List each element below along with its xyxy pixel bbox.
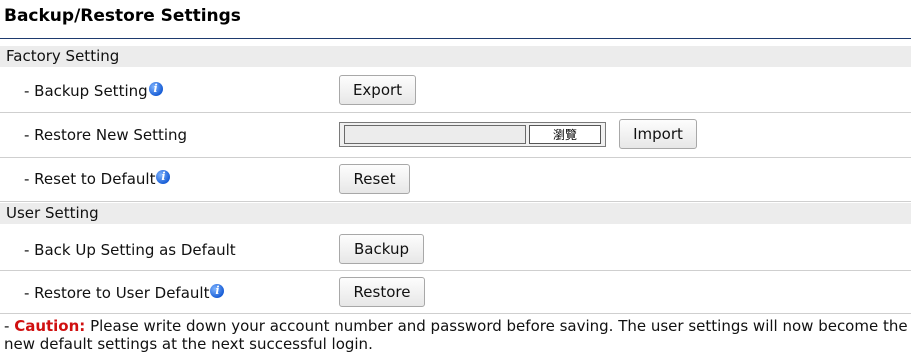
reset-button[interactable]: Reset bbox=[339, 164, 410, 194]
info-icon[interactable]: i bbox=[156, 170, 171, 184]
browse-button[interactable]: 瀏覽 bbox=[529, 125, 601, 144]
reset-default-label: - Reset to Default bbox=[24, 170, 156, 188]
backup-button[interactable]: Backup bbox=[339, 234, 424, 264]
row-divider bbox=[0, 201, 911, 202]
info-icon[interactable]: i bbox=[210, 284, 225, 298]
caution-text: Please write down your account number an… bbox=[4, 317, 908, 353]
row-divider bbox=[0, 112, 911, 113]
backup-as-default-label: - Back Up Setting as Default bbox=[24, 241, 236, 259]
title-divider bbox=[0, 38, 911, 39]
info-icon[interactable]: i bbox=[148, 82, 163, 96]
caution-label: Caution: bbox=[14, 317, 86, 335]
row-divider bbox=[0, 313, 911, 314]
caution-note: - Caution: Please write down your accoun… bbox=[4, 317, 909, 353]
restore-user-default-label: - Restore to User Default bbox=[24, 284, 210, 302]
caution-prefix: - bbox=[4, 317, 15, 335]
row-divider bbox=[0, 157, 911, 158]
backup-setting-label: - Backup Setting bbox=[24, 82, 148, 100]
page-title: Backup/Restore Settings bbox=[4, 6, 241, 26]
factory-setting-label: Factory Setting bbox=[6, 47, 120, 65]
file-path-input[interactable] bbox=[344, 125, 526, 144]
user-setting-header: User Setting bbox=[0, 203, 911, 224]
import-button[interactable]: Import bbox=[619, 119, 697, 149]
file-upload-field[interactable]: 瀏覽 bbox=[339, 122, 606, 147]
user-setting-label: User Setting bbox=[6, 204, 99, 222]
restore-button[interactable]: Restore bbox=[339, 277, 425, 307]
row-divider bbox=[0, 270, 911, 271]
factory-setting-header: Factory Setting bbox=[0, 46, 911, 67]
export-button[interactable]: Export bbox=[339, 75, 416, 105]
restore-new-setting-label: - Restore New Setting bbox=[24, 126, 188, 144]
